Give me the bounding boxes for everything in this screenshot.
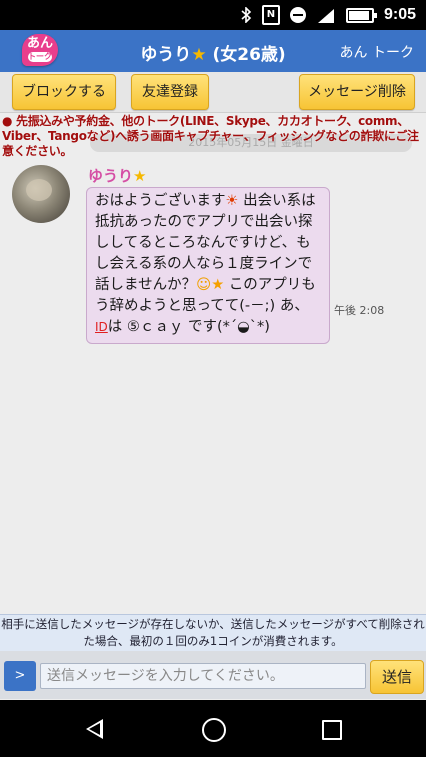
add-friend-button[interactable]: 友達登録: [131, 74, 209, 110]
recent-apps-icon[interactable]: [322, 720, 342, 740]
battery-icon: [345, 7, 377, 23]
send-button[interactable]: 送信: [370, 660, 424, 694]
header-app-name[interactable]: あん トーク: [340, 42, 414, 62]
title-suffix: (女26歳): [206, 45, 286, 65]
app-header: あん トーク ゆうり★ (女26歳) あん トーク: [0, 30, 426, 72]
fraud-warning: ● 先振込みや予約金、他のトーク(LINE、Skype、カカオトーク、comm、…: [2, 114, 419, 158]
star-icon: ★: [211, 277, 225, 293]
system-nav-bar: [0, 700, 426, 757]
message-input[interactable]: [40, 663, 366, 689]
message-text-part4: は ⑤ｃａｙ です(*´◒`*): [107, 319, 270, 335]
bluetooth-icon: [240, 7, 252, 23]
status-time: 9:05: [383, 6, 416, 23]
signal-icon: [316, 7, 336, 23]
coin-notice: 相手に送信したメッセージが存在しないか、送信したメッセージがすべて削除された場合…: [0, 614, 426, 652]
id-icon: ID: [95, 320, 108, 334]
do-not-disturb-icon: [289, 7, 306, 23]
home-icon[interactable]: [202, 718, 226, 742]
status-icons: N 9:05: [240, 5, 416, 25]
sender-name: ゆうり: [88, 167, 134, 185]
message-input-bar: > 送信: [0, 651, 426, 699]
title-name: ゆうり: [140, 45, 192, 65]
star-icon: ★: [191, 45, 207, 65]
delete-message-button[interactable]: メッセージ削除: [299, 74, 415, 110]
sun-icon: ☀: [225, 193, 239, 209]
nfc-icon: N: [261, 5, 280, 25]
message-timestamp: 午後 2:08: [334, 304, 385, 317]
message-bubble: おはようございます☀ 出会い系は抵抗あったのでアプリで出会い探ししてるところなん…: [86, 187, 330, 344]
avatar[interactable]: [12, 165, 70, 223]
block-button[interactable]: ブロックする: [12, 74, 116, 110]
message-sender: ゆうり★: [88, 165, 146, 186]
sender-star-icon: ★: [133, 167, 147, 185]
message-text-part1: おはようございます: [95, 193, 226, 209]
back-icon[interactable]: [86, 719, 103, 739]
action-toolbar: ブロックする 友達登録 メッセージ削除: [0, 72, 426, 113]
smile-icon: ☺: [196, 277, 212, 293]
status-bar: N 9:05: [0, 0, 426, 30]
expand-button[interactable]: >: [4, 661, 36, 691]
